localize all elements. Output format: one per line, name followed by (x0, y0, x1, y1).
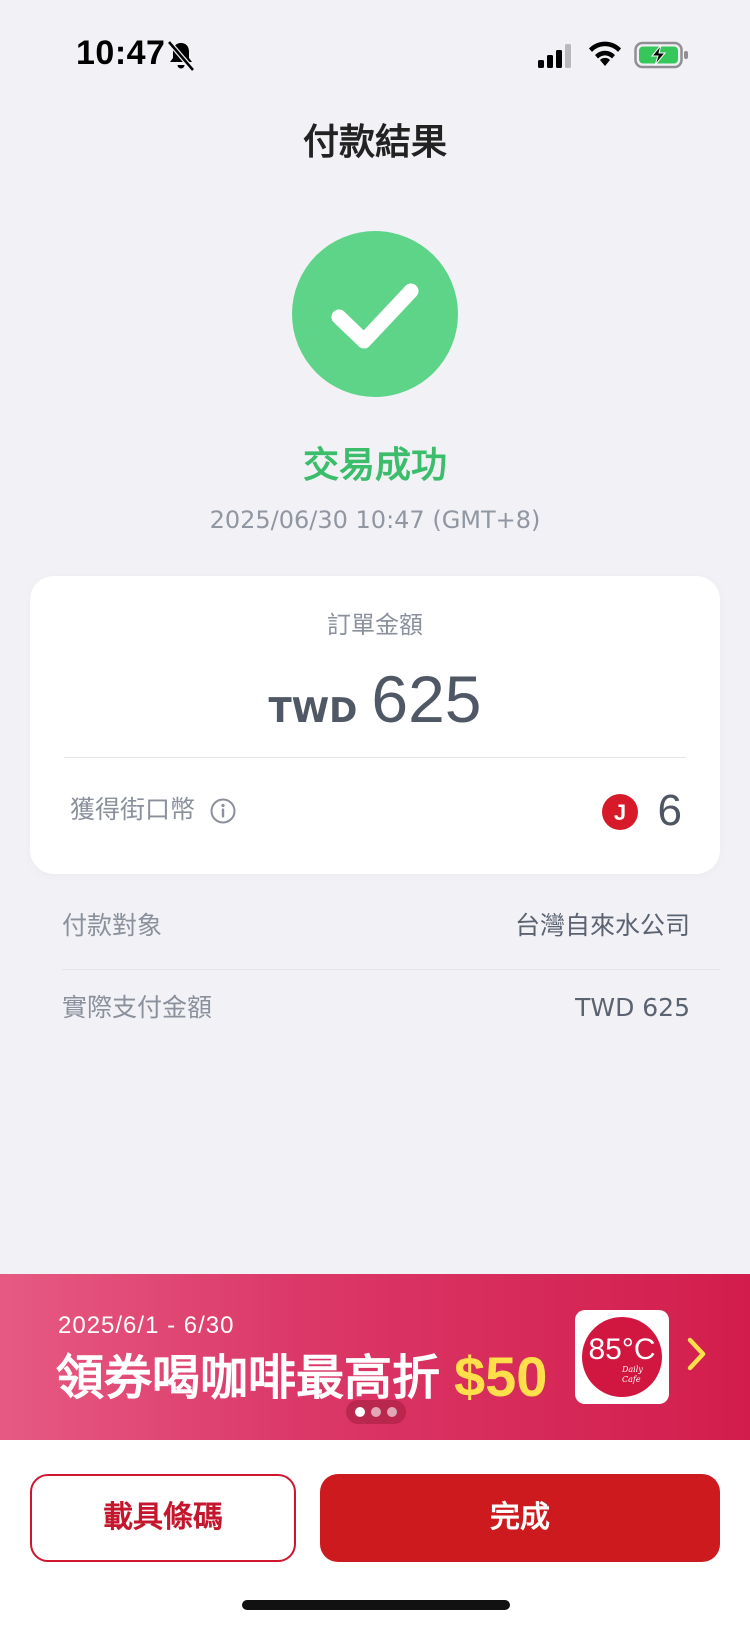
coin-value: 6 (657, 786, 682, 835)
promo-date-range: 2025/6/1 - 6/30 (58, 1312, 235, 1339)
jko-coin-icon: J (602, 794, 638, 830)
wifi-icon (589, 41, 621, 66)
coin-label: 獲得街口幣 (70, 795, 196, 824)
carrier-barcode-button[interactable]: 載具條碼 (30, 1474, 296, 1562)
pager-dot-active[interactable] (355, 1407, 365, 1417)
order-amount: TWD 625 (30, 654, 720, 762)
order-amount-card: 訂單金額 TWD 625 獲得街口幣 J 6 (30, 576, 720, 874)
check-circle-icon (292, 231, 458, 397)
bell-slash-icon (167, 40, 195, 72)
promo-amount: $50 (454, 1345, 548, 1408)
amount-currency: TWD (268, 691, 358, 731)
brand-logo: 85°C Daily Cafe (575, 1310, 669, 1404)
status-bar: 10:47 (0, 0, 750, 110)
info-icon[interactable] (210, 798, 236, 824)
detail-row-payee: 付款對象 台灣自來水公司 (62, 888, 720, 968)
brand-logo-circle: 85°C Daily Cafe (582, 1317, 662, 1397)
page-title: 付款結果 (302, 122, 447, 163)
brand-logo-subtext: Daily Cafe (622, 1365, 643, 1384)
brand-logo-text: 85°C (588, 1333, 656, 1366)
battery-charging-icon (634, 41, 688, 69)
payee-value: 台灣自來水公司 (514, 911, 690, 940)
promo-banner[interactable]: 2025/6/1 - 6/30 領券喝咖啡最高折 $50 85°C Daily … (0, 1274, 750, 1440)
signal-icon (538, 44, 571, 68)
transaction-status: 交易成功 (302, 445, 447, 486)
done-button[interactable]: 完成 (320, 1474, 720, 1562)
banner-pager[interactable] (346, 1400, 406, 1424)
coin-badge-letter: J (614, 800, 626, 825)
card-divider (64, 757, 686, 758)
amount-value: 625 (371, 662, 482, 736)
bottom-action-bar: 載具條碼 完成 (0, 1440, 750, 1626)
pager-dot[interactable] (371, 1407, 381, 1417)
payee-label: 付款對象 (62, 911, 163, 940)
chevron-right-icon[interactable] (686, 1334, 708, 1374)
detail-row-paid-amount: 實際支付金額 TWD 625 (62, 970, 720, 1050)
pager-dot[interactable] (387, 1407, 397, 1417)
status-time: 10:47 (76, 34, 166, 72)
paid-amount-value: TWD 625 (575, 993, 690, 1022)
paid-amount-label: 實際支付金額 (62, 993, 213, 1022)
home-indicator (242, 1600, 510, 1610)
order-amount-label: 訂單金額 (327, 611, 423, 639)
transaction-timestamp: 2025/06/30 10:47 (GMT+8) (209, 506, 541, 534)
